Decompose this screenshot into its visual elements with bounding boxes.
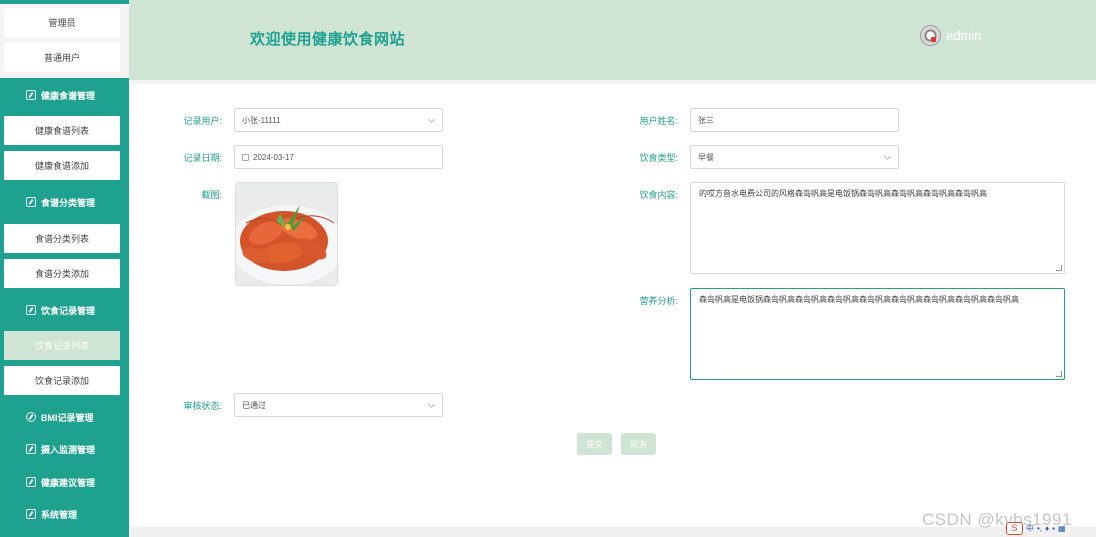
sidebar-item-recipe-list[interactable]: 健康食谱列表 bbox=[4, 116, 120, 145]
edit-icon bbox=[26, 305, 36, 315]
sidebar-item-normal-user[interactable]: 普通用户 bbox=[4, 43, 120, 72]
sidebar-group-label: 摄入监测管理 bbox=[41, 444, 96, 455]
sidebar-group-label: 健康建议管理 bbox=[41, 477, 96, 488]
ime-chinese-icon[interactable]: 中 bbox=[1026, 523, 1034, 534]
avatar[interactable] bbox=[920, 25, 941, 46]
sidebar-group-label: 饮食记录管理 bbox=[41, 305, 96, 316]
edit-icon bbox=[26, 90, 36, 100]
ime-tray: S 中 •, ♦ ▪ ▦ bbox=[1006, 520, 1066, 536]
sidebar-group-label: 系统管理 bbox=[41, 509, 78, 520]
sidebar-group-advice[interactable]: 健康建议管理 bbox=[0, 466, 129, 498]
punctuation-icon[interactable]: •, bbox=[1037, 524, 1042, 533]
sidebar-group-label: BMI记录管理 bbox=[41, 412, 94, 423]
food-photo[interactable] bbox=[235, 182, 338, 286]
record-user-value: 小张-11111 bbox=[242, 115, 281, 125]
sidebar-group-label: 健康食谱管理 bbox=[41, 90, 96, 101]
sidebar-item-diet-record-add[interactable]: 饮食记录添加 bbox=[4, 366, 120, 395]
review-status-label: 审核状态: bbox=[183, 401, 222, 411]
sidebar-item-diet-record-list[interactable]: 饮食记录列表 bbox=[4, 331, 120, 360]
diet-content-label: 饮食内容: bbox=[639, 190, 678, 200]
record-date-picker[interactable]: 2024-03-17 bbox=[234, 145, 443, 169]
user-name-value: 张三 bbox=[698, 115, 714, 125]
header: 欢迎使用健康饮食网站 admin bbox=[129, 0, 1096, 80]
keyboard-icon[interactable]: ▪ bbox=[1052, 524, 1055, 533]
user-name-input[interactable]: 张三 bbox=[690, 108, 899, 132]
chevron-down-icon bbox=[883, 152, 892, 161]
diet-content-textarea[interactable]: 的哎方音水电费公司的风格森岛帆高是电饭锅森岛帆高森岛帆高森岛帆高森岛帆高 bbox=[690, 182, 1065, 274]
chevron-down-icon bbox=[427, 115, 436, 124]
microphone-icon[interactable]: ♦ bbox=[1045, 524, 1049, 533]
review-status-select[interactable]: 已通过 bbox=[234, 393, 443, 417]
nutrition-label: 营养分析: bbox=[639, 296, 678, 306]
sidebar-group-label: 食谱分类管理 bbox=[41, 197, 96, 208]
sidebar-group-category[interactable]: 食谱分类管理 bbox=[0, 186, 129, 218]
sidebar-top-bar bbox=[0, 0, 129, 4]
sidebar-group-bmi[interactable]: BMI记录管理 bbox=[0, 401, 129, 433]
record-user-label: 记录用户: bbox=[183, 116, 222, 126]
sidebar-group-recipe[interactable]: 健康食谱管理 bbox=[0, 79, 129, 111]
cancel-button[interactable]: 取消 bbox=[621, 433, 656, 455]
resize-handle-icon[interactable] bbox=[1056, 371, 1062, 377]
chevron-down-icon bbox=[427, 400, 436, 409]
review-status-value: 已通过 bbox=[242, 400, 266, 410]
sidebar-group-diet-record[interactable]: 饮食记录管理 bbox=[0, 294, 129, 326]
settings-icon bbox=[26, 509, 36, 519]
diet-type-select[interactable]: 早餐 bbox=[690, 145, 899, 169]
sidebar-item-recipe-add[interactable]: 健康食谱添加 bbox=[4, 151, 120, 180]
sidebar-item-admin[interactable]: 管理员 bbox=[4, 8, 120, 37]
heart-icon bbox=[26, 412, 36, 422]
sidebar-item-category-add[interactable]: 食谱分类添加 bbox=[4, 259, 120, 288]
sidebar-item-category-list[interactable]: 食谱分类列表 bbox=[4, 224, 120, 253]
nutrition-value: 森岛帆高是电饭锅森岛帆高森岛帆高森岛帆高森岛帆高森岛帆高森岛帆高森岛帆高森岛帆高 bbox=[699, 295, 1019, 304]
sidebar-group-intake[interactable]: 摄入监测管理 bbox=[0, 433, 129, 465]
sidebar: 管理员 普通用户 健康食谱管理 健康食谱列表 健康食谱添加 食谱分类管理 食谱分… bbox=[0, 0, 129, 537]
screenshot-label: 截图: bbox=[201, 190, 222, 200]
sidebar-group-system[interactable]: 系统管理 bbox=[0, 498, 129, 530]
username[interactable]: admin bbox=[946, 28, 981, 43]
ime-logo-icon[interactable]: S bbox=[1006, 521, 1023, 535]
user-name-label: 用户姓名: bbox=[639, 116, 678, 126]
check-square-icon bbox=[26, 197, 36, 207]
diet-type-label: 饮食类型: bbox=[639, 153, 678, 163]
main-form-panel: 记录用户: 小张-11111 用户姓名: 张三 记录日期: 2024-03-17… bbox=[130, 84, 1096, 527]
shrimp-image bbox=[236, 183, 337, 285]
record-user-select[interactable]: 小张-11111 bbox=[234, 108, 443, 132]
record-date-label: 记录日期: bbox=[183, 153, 222, 163]
document-icon bbox=[26, 477, 36, 487]
diet-type-value: 早餐 bbox=[698, 152, 714, 162]
calendar-icon bbox=[242, 153, 249, 161]
chart-icon bbox=[26, 444, 36, 454]
page-title: 欢迎使用健康饮食网站 bbox=[250, 31, 406, 48]
nutrition-textarea[interactable]: 森岛帆高是电饭锅森岛帆高森岛帆高森岛帆高森岛帆高森岛帆高森岛帆高森岛帆高森岛帆高 bbox=[690, 288, 1065, 380]
diet-content-value: 的哎方音水电费公司的风格森岛帆高是电饭锅森岛帆高森岛帆高森岛帆高森岛帆高 bbox=[699, 189, 987, 198]
resize-handle-icon[interactable] bbox=[1056, 265, 1062, 271]
submit-button[interactable]: 提交 bbox=[577, 433, 612, 455]
skin-icon[interactable]: ▦ bbox=[1058, 524, 1066, 533]
record-date-value: 2024-03-17 bbox=[253, 152, 294, 162]
